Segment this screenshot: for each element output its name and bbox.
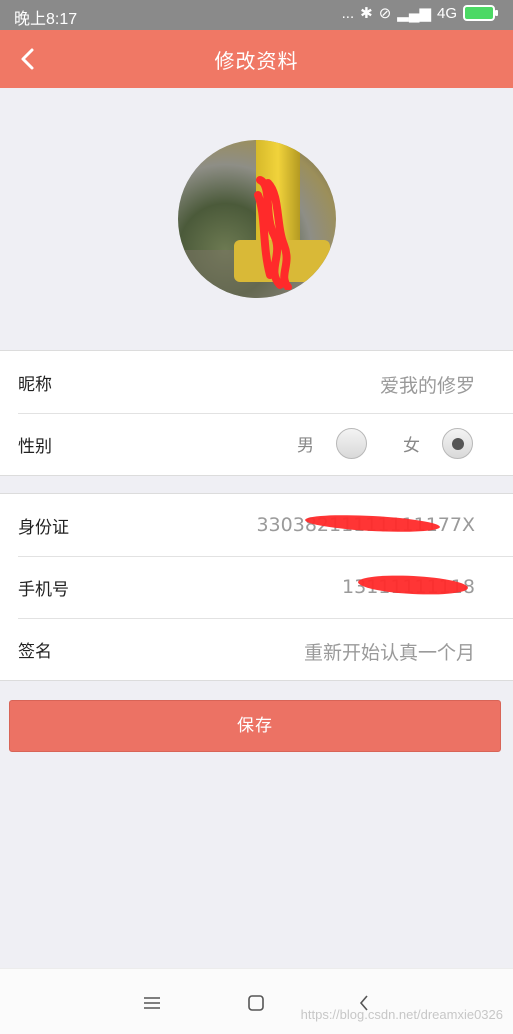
- menu-icon[interactable]: [140, 991, 164, 1015]
- save-button[interactable]: 保存: [9, 700, 501, 752]
- app-header: 修改资料: [0, 30, 513, 88]
- alarm-off-icon: ⊘: [378, 5, 392, 22]
- status-time: 晚上8:17: [14, 11, 78, 28]
- gender-male-label: 男: [297, 436, 314, 456]
- gender-female-radio[interactable]: [442, 428, 473, 459]
- watermark-text: https://blog.csdn.net/dreamxie0326: [300, 1007, 503, 1022]
- avatar[interactable]: [178, 140, 336, 298]
- home-icon[interactable]: [244, 991, 268, 1015]
- nickname-row[interactable]: 昵称 爱我的修罗: [0, 351, 513, 413]
- gender-female-label: 女: [403, 436, 420, 456]
- phone-label: 手机号: [18, 580, 69, 600]
- signal-icon: ▂▄▆: [397, 5, 431, 22]
- nickname-value[interactable]: 爱我的修罗: [380, 371, 475, 398]
- gender-male-radio[interactable]: [336, 428, 367, 459]
- avatar-section: [0, 88, 513, 350]
- system-nav-bar: https://blog.csdn.net/dreamxie0326: [0, 968, 513, 1034]
- id-label: 身份证: [18, 518, 69, 538]
- details-card: 身份证 33038211111111177X 手机号 13111111118 签…: [0, 493, 513, 681]
- redaction-scribble: [254, 176, 292, 290]
- page-title: 修改资料: [214, 49, 299, 73]
- gender-row: 性别 男 女: [0, 413, 513, 475]
- gender-label: 性别: [18, 437, 52, 457]
- nickname-label: 昵称: [18, 375, 52, 395]
- signature-label: 签名: [18, 642, 52, 662]
- bluetooth-icon: ✱: [360, 5, 373, 22]
- status-dots: ...: [341, 4, 355, 22]
- battery-charging-icon: [463, 5, 498, 21]
- status-icons: ... ✱ ⊘ ▂▄▆ 4G: [341, 4, 498, 22]
- id-row[interactable]: 身份证 33038211111111177X: [0, 494, 513, 556]
- phone-row[interactable]: 手机号 13111111118: [0, 556, 513, 618]
- network-type: 4G: [436, 4, 457, 22]
- status-bar: 晚上8:17 ... ✱ ⊘ ▂▄▆ 4G: [0, 0, 513, 30]
- signature-row[interactable]: 签名 重新开始认真一个月: [0, 618, 513, 680]
- signature-value[interactable]: 重新开始认真一个月: [304, 638, 475, 665]
- gender-options: 男 女: [297, 428, 473, 459]
- profile-card: 昵称 爱我的修罗 性别 男 女: [0, 350, 513, 476]
